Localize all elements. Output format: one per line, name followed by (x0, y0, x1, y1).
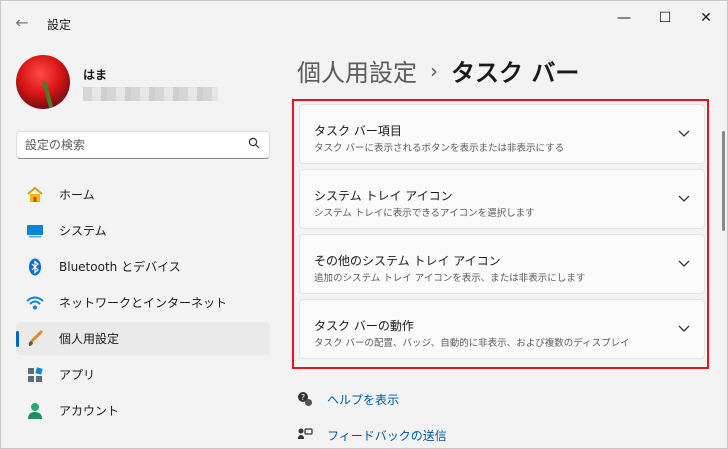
avatar[interactable] (16, 55, 70, 109)
get-help-link[interactable]: ? ヘルプを表示 (297, 389, 447, 409)
system-icon (25, 221, 45, 241)
card-other-tray-icons[interactable]: その他のシステム トレイ アイコン 追加のシステム トレイ アイコンを表示、また… (299, 234, 705, 294)
sidebar-item-label: Bluetooth とデバイス (59, 260, 181, 274)
page-title: タスク バー (451, 59, 580, 87)
chevron-down-icon[interactable] (676, 125, 692, 141)
card-description: タスク バーの配置、バッジ、自動的に非表示、および複数のディスプレイ (314, 338, 630, 349)
breadcrumb: 個人用設定 › タスク バー (297, 53, 579, 88)
card-system-tray-icons[interactable]: システム トレイ アイコン システム トレイに表示できるアイコンを選択します (299, 169, 705, 229)
chevron-down-icon[interactable] (676, 320, 692, 336)
back-button[interactable]: ← (13, 14, 31, 32)
minimize-button[interactable]: — (601, 5, 647, 31)
get-help-label[interactable]: ヘルプを表示 (327, 391, 399, 408)
sidebar-nav: ホーム システム Bluetooth とデバイス ネットワークとインターネット … (16, 178, 270, 430)
user-name: はま (83, 68, 108, 82)
brush-icon (25, 329, 45, 349)
close-button[interactable]: ✕ (683, 5, 727, 31)
scrollbar[interactable] (722, 131, 725, 231)
card-title: タスク バーの動作 (314, 319, 414, 333)
card-taskbar-behaviors[interactable]: タスク バーの動作 タスク バーの配置、バッジ、自動的に非表示、および複数のディ… (299, 299, 705, 359)
card-title: タスク バー項目 (314, 124, 402, 138)
sidebar-item-label: アカウント (59, 404, 120, 418)
sidebar-item-bluetooth[interactable]: Bluetooth とデバイス (16, 250, 270, 283)
title-bar: ← 設定 — ☐ ✕ (1, 1, 727, 45)
apps-icon (25, 365, 45, 385)
card-title: その他のシステム トレイ アイコン (314, 254, 501, 268)
help-links: ? ヘルプを表示 フィードバックの送信 (297, 389, 447, 448)
settings-window: ← 設定 — ☐ ✕ はま ホーム システム (0, 0, 728, 449)
sidebar-item-system[interactable]: システム (16, 214, 270, 247)
help-icon: ? (297, 391, 313, 407)
sidebar-item-label: ホーム (59, 188, 95, 202)
give-feedback-link[interactable]: フィードバックの送信 (297, 425, 447, 445)
account-icon (25, 401, 45, 421)
chevron-down-icon[interactable] (676, 255, 692, 271)
breadcrumb-parent[interactable]: 個人用設定 (297, 53, 417, 88)
sidebar-item-accounts[interactable]: アカウント (16, 394, 270, 427)
sidebar-item-label: システム (59, 224, 107, 238)
sidebar-item-network[interactable]: ネットワークとインターネット (16, 286, 270, 319)
feedback-icon (297, 427, 313, 443)
sidebar-item-home[interactable]: ホーム (16, 178, 270, 211)
sidebar-item-label: 個人用設定 (59, 332, 120, 346)
breadcrumb-separator: › (430, 58, 438, 83)
app-title: 設定 (47, 18, 72, 32)
give-feedback-label[interactable]: フィードバックの送信 (327, 427, 447, 444)
user-email-redacted (83, 87, 218, 101)
sidebar-item-label: アプリ (59, 368, 96, 382)
card-description: システム トレイに表示できるアイコンを選択します (314, 208, 535, 219)
wifi-icon (25, 293, 45, 313)
home-icon (25, 185, 45, 205)
search-box[interactable] (16, 131, 270, 159)
svg-text:?: ? (301, 393, 305, 402)
search-input[interactable] (25, 137, 235, 153)
card-description: 追加のシステム トレイ アイコンを表示、または非表示にします (314, 273, 586, 284)
card-taskbar-items[interactable]: タスク バー項目 タスク バーに表示されるボタンを表示または非表示にする (299, 104, 705, 164)
card-description: タスク バーに表示されるボタンを表示または非表示にする (314, 143, 565, 154)
card-title: システム トレイ アイコン (314, 189, 453, 203)
search-icon[interactable] (248, 137, 262, 153)
sidebar-item-label: ネットワークとインターネット (59, 296, 228, 310)
sidebar-item-apps[interactable]: アプリ (16, 358, 270, 391)
sidebar-item-personalization[interactable]: 個人用設定 (16, 322, 270, 355)
chevron-down-icon[interactable] (676, 190, 692, 206)
bluetooth-icon (25, 257, 45, 277)
maximize-button[interactable]: ☐ (642, 5, 688, 31)
